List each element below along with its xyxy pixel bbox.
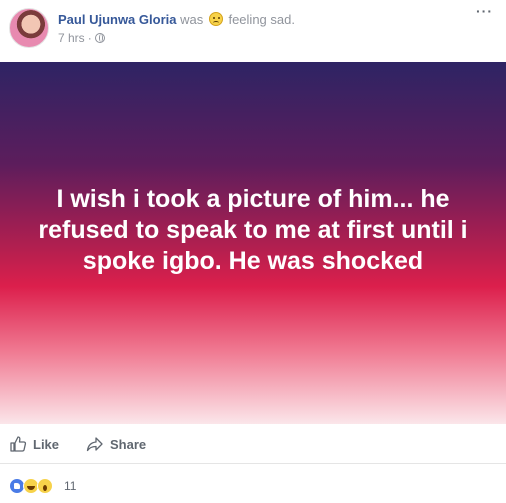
avatar[interactable] (9, 8, 49, 48)
share-button[interactable]: Share (86, 435, 146, 453)
feeling-text: feeling sad. (228, 12, 295, 27)
facebook-post: Paul Ujunwa Gloria was feeling sad. 7 hr… (0, 0, 506, 503)
action-bar: Like Share (0, 424, 506, 464)
share-label: Share (110, 436, 147, 452)
status-text: I wish i took a picture of him... he ref… (38, 184, 468, 275)
post-header: Paul Ujunwa Gloria was feeling sad. 7 hr… (0, 0, 506, 62)
status-background: I wish i took a picture of him... he ref… (0, 62, 506, 424)
globe-icon[interactable] (94, 33, 105, 43)
wow-reaction-icon (37, 478, 53, 494)
more-options-icon[interactable]: ··· (476, 4, 496, 22)
reaction-count[interactable]: 11 (64, 479, 76, 493)
thumbs-up-icon (10, 436, 27, 452)
post-meta: 7 hrs · (58, 31, 105, 45)
author-name[interactable]: Paul Ujunwa Gloria (58, 12, 176, 27)
like-label: Like (33, 436, 60, 452)
timestamp[interactable]: 7 hrs (58, 31, 85, 45)
share-arrow-icon (86, 437, 103, 452)
like-button[interactable]: Like (9, 435, 59, 453)
author-line: Paul Ujunwa Gloria was feeling sad. (58, 10, 295, 27)
sad-emoji-icon (208, 12, 223, 26)
was-text: was (180, 12, 204, 27)
reactions-summary[interactable]: 11 (0, 465, 506, 503)
reaction-icons (9, 478, 53, 494)
separator-dot: · (87, 31, 92, 45)
